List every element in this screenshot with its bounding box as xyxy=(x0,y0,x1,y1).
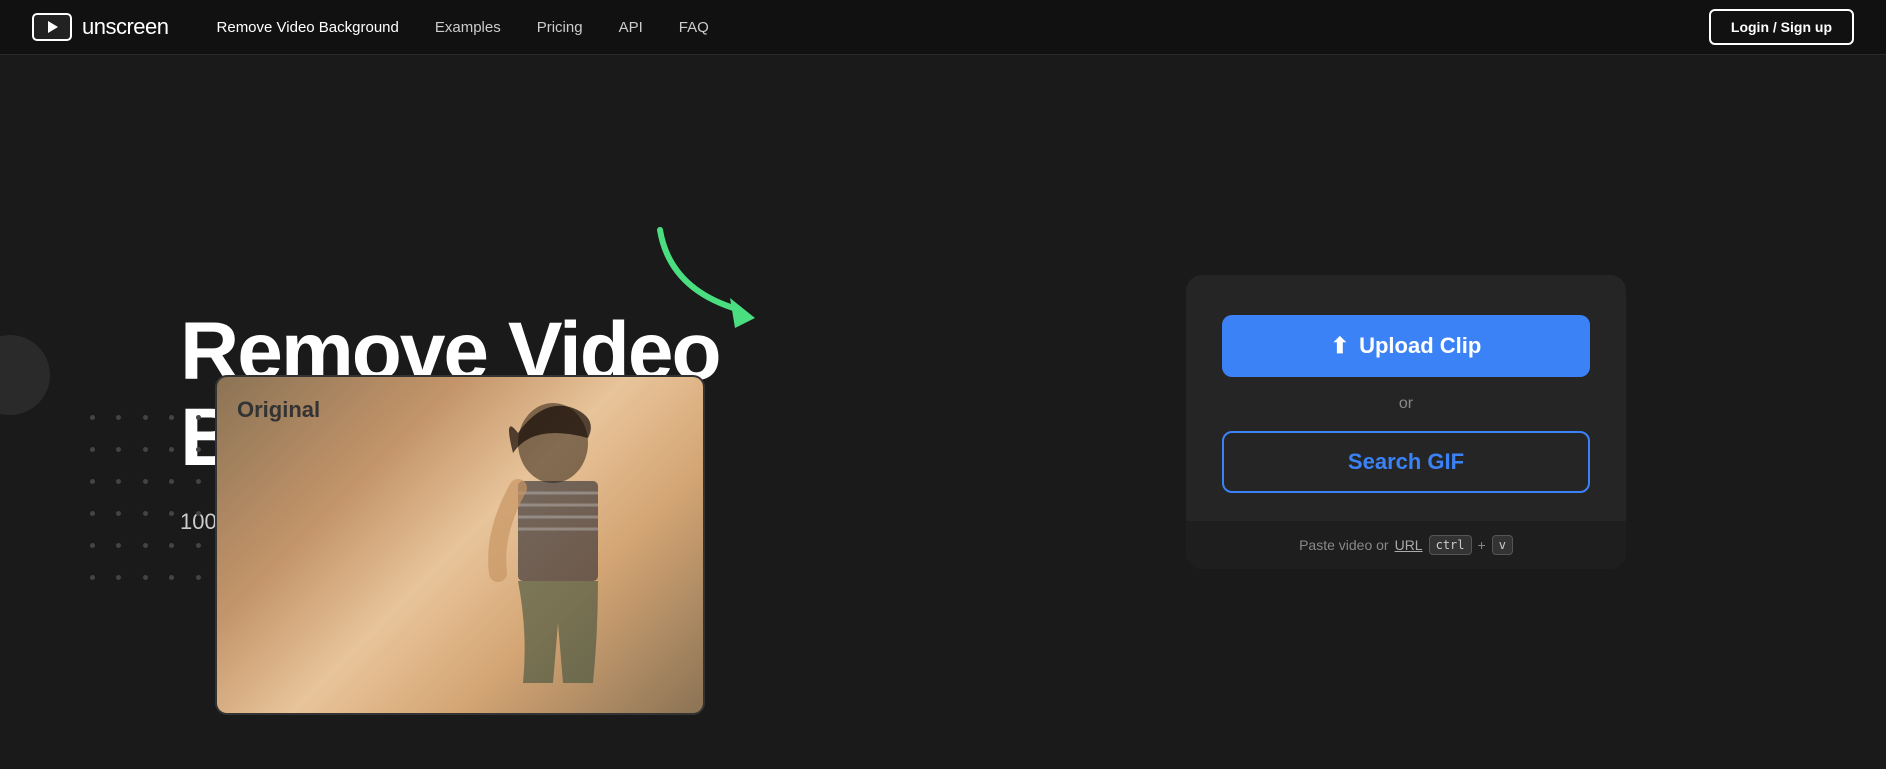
login-button[interactable]: Login / Sign up xyxy=(1709,9,1854,45)
nav-faq[interactable]: FAQ xyxy=(679,19,709,36)
logo-icon xyxy=(32,13,72,41)
v-key: v xyxy=(1492,535,1513,555)
person-silhouette xyxy=(443,393,643,713)
navbar: unscreen Remove Video Background Example… xyxy=(0,0,1886,55)
logo-text: unscreen xyxy=(82,14,169,40)
original-label: Original xyxy=(237,397,320,423)
nav-links: Remove Video Background Examples Pricing… xyxy=(217,19,1709,36)
hero-section: Remove Video Background 100% Automatical… xyxy=(0,55,1886,769)
upload-clip-label: Upload Clip xyxy=(1359,333,1481,359)
nav-remove-video-bg[interactable]: Remove Video Background xyxy=(217,19,399,36)
logo-area[interactable]: unscreen xyxy=(32,13,169,41)
upload-icon: ⬆ xyxy=(1331,333,1349,359)
plus-label: + xyxy=(1478,537,1486,553)
nav-pricing[interactable]: Pricing xyxy=(537,19,583,36)
nav-api[interactable]: API xyxy=(619,19,643,36)
dot-grid-decoration xyxy=(90,415,210,595)
paste-row: Paste video or URL ctrl + v xyxy=(1186,521,1626,569)
arrow-decoration xyxy=(640,210,780,340)
video-preview: Original xyxy=(215,375,705,715)
half-circle-decoration xyxy=(0,335,50,415)
nav-examples[interactable]: Examples xyxy=(435,19,501,36)
upload-clip-button[interactable]: ⬆ Upload Clip xyxy=(1222,315,1590,377)
paste-label: Paste video or xyxy=(1299,537,1389,553)
upload-card: ⬆ Upload Clip or Search GIF Supported fo… xyxy=(1186,275,1626,569)
url-link[interactable]: URL xyxy=(1395,537,1423,553)
or-text: or xyxy=(1399,395,1413,413)
search-gif-button[interactable]: Search GIF xyxy=(1222,431,1590,493)
ctrl-key: ctrl xyxy=(1429,535,1472,555)
